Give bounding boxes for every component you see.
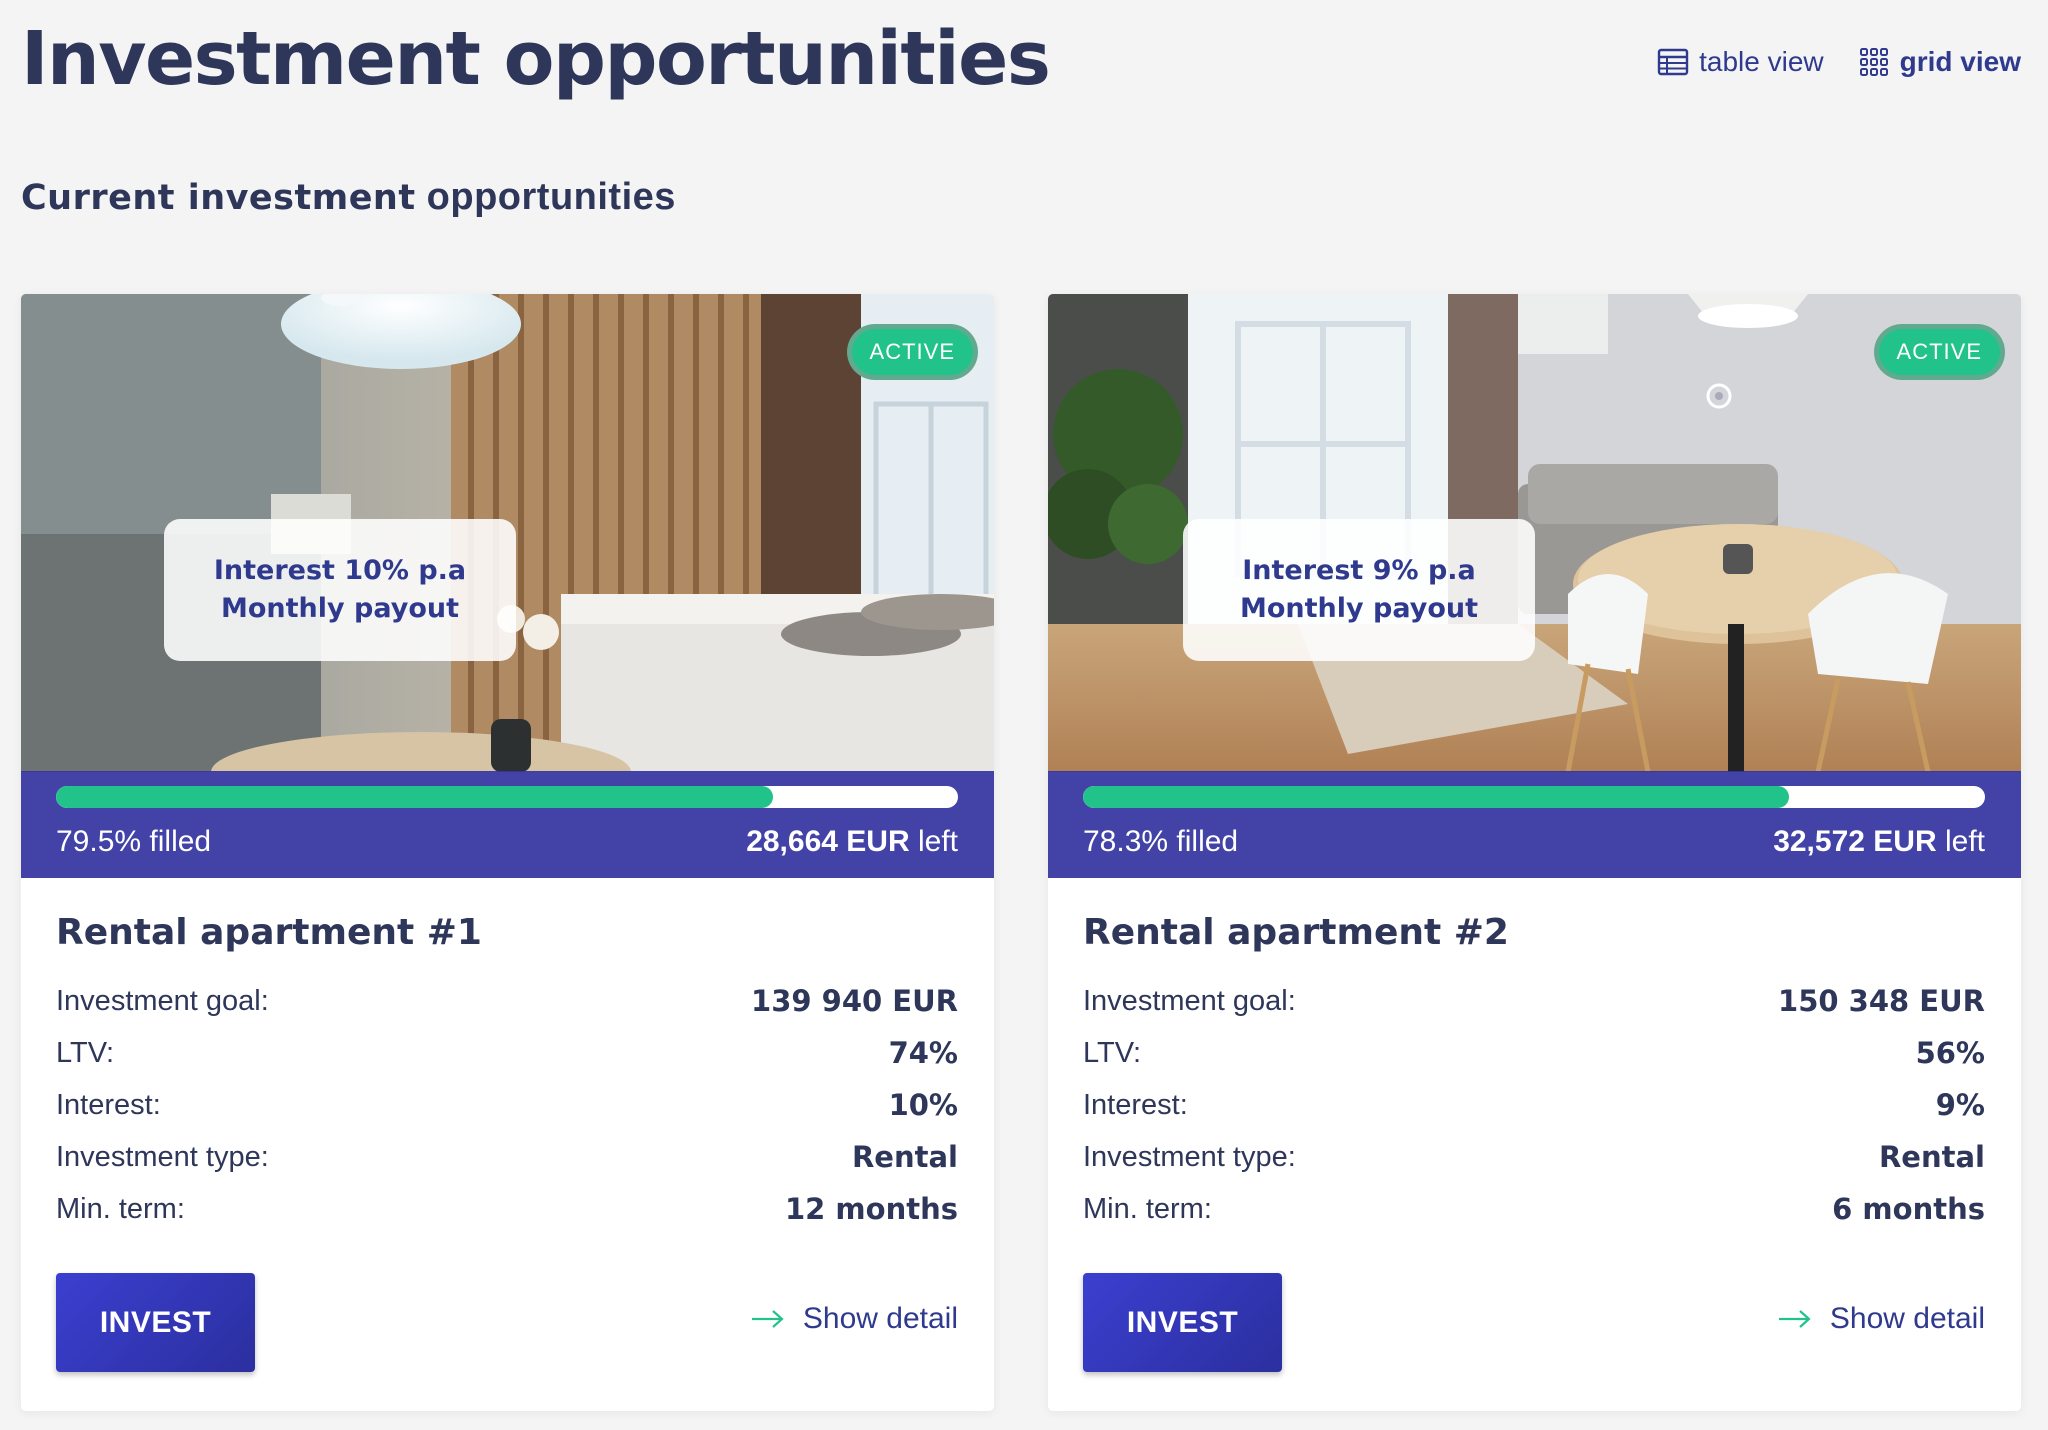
- detail-label: Investment type:: [56, 1140, 269, 1173]
- detail-label: Investment type:: [1083, 1140, 1296, 1173]
- table-view-button[interactable]: table view: [1657, 46, 1824, 78]
- detail-label: Investment goal:: [1083, 984, 1296, 1017]
- show-detail-link[interactable]: Show detail: [1778, 1302, 1985, 1336]
- promo-payout-text: Monthly payout: [1239, 593, 1479, 624]
- detail-label: Interest:: [56, 1088, 161, 1121]
- detail-label: Interest:: [1083, 1088, 1188, 1121]
- table-icon: [1657, 48, 1689, 76]
- detail-row-investment-type: Investment type: Rental: [1083, 1131, 1985, 1183]
- detail-label: LTV:: [1083, 1036, 1142, 1069]
- detail-value: 56%: [1915, 1036, 1985, 1070]
- investment-card: ACTIVE Interest 10% p.a Monthly payout 7…: [21, 294, 994, 1411]
- detail-row-min-term: Min. term: 12 months: [56, 1183, 958, 1235]
- arrow-right-icon: [1778, 1310, 1811, 1328]
- card-title: Rental apartment #1: [56, 912, 482, 953]
- detail-value: 10%: [888, 1088, 958, 1122]
- section-title-bold: Current investment: [21, 178, 416, 218]
- amount-left-label: 32,572 EUR left: [1773, 825, 1985, 859]
- property-photo[interactable]: ACTIVE Interest 10% p.a Monthly payout: [21, 294, 994, 772]
- amount-left-suffix: left: [1944, 825, 1985, 858]
- grid-icon: [1859, 48, 1888, 76]
- amount-left-value: 32,572 EUR: [1773, 825, 1937, 858]
- detail-value: Rental: [851, 1140, 958, 1174]
- section-title-rest: opportunities: [426, 176, 676, 218]
- detail-label: LTV:: [56, 1036, 115, 1069]
- property-photo[interactable]: ACTIVE Interest 9% p.a Monthly payout: [1048, 294, 2021, 772]
- promo-interest-text: Interest 9% p.a: [1242, 555, 1476, 586]
- page: Investment opportunities table view grid…: [0, 0, 2048, 1430]
- interest-promo-box: Interest 10% p.a Monthly payout: [164, 519, 516, 661]
- investment-card: ACTIVE Interest 9% p.a Monthly payout 78…: [1048, 294, 2021, 1411]
- table-view-label: table view: [1699, 46, 1824, 77]
- funding-progress-panel: 78.3% filled 32,572 EUR left: [1048, 771, 2021, 878]
- interest-promo-box: Interest 9% p.a Monthly payout: [1183, 519, 1535, 661]
- status-badge: ACTIVE: [846, 324, 978, 380]
- show-detail-link[interactable]: Show detail: [751, 1302, 958, 1336]
- detail-value: 150 348 EUR: [1778, 984, 1985, 1018]
- section-title: Current investment opportunities: [21, 176, 676, 219]
- detail-value: 9%: [1935, 1088, 1985, 1122]
- view-switch: table view grid view: [1657, 46, 2021, 78]
- funding-progress-fill: [1083, 786, 1790, 808]
- amount-left-label: 28,664 EUR left: [746, 825, 958, 859]
- detail-row-min-term: Min. term: 6 months: [1083, 1183, 1985, 1235]
- page-title: Investment opportunities: [21, 16, 1051, 102]
- detail-label: Min. term:: [56, 1192, 185, 1225]
- status-badge: ACTIVE: [1873, 324, 2005, 380]
- card-details: Rental apartment #2 Investment goal: 150…: [1083, 912, 1985, 1235]
- promo-interest-text: Interest 10% p.a: [213, 555, 467, 586]
- amount-left-suffix: left: [917, 825, 958, 858]
- detail-row-interest: Interest: 9%: [1083, 1079, 1985, 1131]
- detail-row-ltv: LTV: 56%: [1083, 1027, 1985, 1079]
- detail-label: Investment goal:: [56, 984, 269, 1017]
- funding-progress-track: [56, 786, 958, 808]
- detail-row-interest: Interest: 10%: [56, 1079, 958, 1131]
- card-details: Rental apartment #1 Investment goal: 139…: [56, 912, 958, 1235]
- filled-percent-label: 78.3% filled: [1083, 825, 1239, 858]
- promo-payout-text: Monthly payout: [220, 593, 460, 624]
- detail-row-investment-goal: Investment goal: 150 348 EUR: [1083, 975, 1985, 1027]
- detail-row-investment-type: Investment type: Rental: [56, 1131, 958, 1183]
- grid-view-button[interactable]: grid view: [1858, 46, 2021, 78]
- detail-value: 74%: [888, 1036, 958, 1070]
- arrow-right-icon: [751, 1310, 784, 1328]
- card-title: Rental apartment #2: [1083, 912, 1509, 953]
- detail-label: Min. term:: [1083, 1192, 1212, 1225]
- grid-view-label: grid view: [1899, 46, 2021, 77]
- invest-button[interactable]: INVEST: [56, 1273, 255, 1372]
- detail-row-investment-goal: Investment goal: 139 940 EUR: [56, 975, 958, 1027]
- show-detail-label: Show detail: [802, 1302, 958, 1335]
- detail-value: Rental: [1878, 1140, 1985, 1174]
- detail-value: 6 months: [1832, 1192, 1985, 1226]
- invest-button[interactable]: INVEST: [1083, 1273, 1282, 1372]
- detail-value: 12 months: [784, 1192, 958, 1226]
- detail-value: 139 940 EUR: [751, 984, 958, 1018]
- amount-left-value: 28,664 EUR: [746, 825, 910, 858]
- funding-progress-panel: 79.5% filled 28,664 EUR left: [21, 771, 994, 878]
- funding-progress-track: [1083, 786, 1985, 808]
- filled-percent-label: 79.5% filled: [56, 825, 212, 858]
- detail-row-ltv: LTV: 74%: [56, 1027, 958, 1079]
- show-detail-label: Show detail: [1829, 1302, 1985, 1335]
- funding-progress-fill: [56, 786, 774, 808]
